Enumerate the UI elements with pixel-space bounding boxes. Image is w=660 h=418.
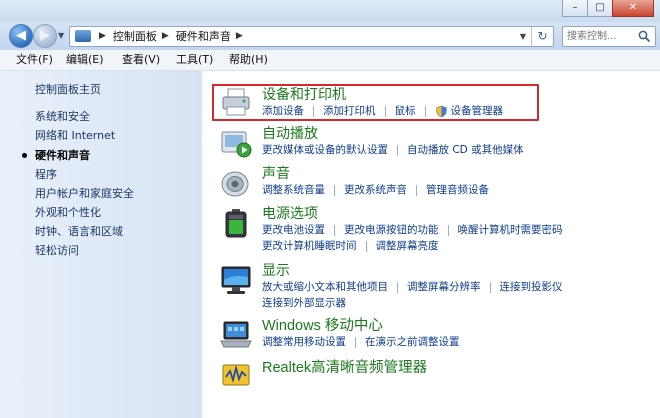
sidebar-item-programs[interactable]: 程序 <box>35 167 57 182</box>
task-link-adjust-volume[interactable]: 调整系统音量 <box>262 183 325 197</box>
task-separator <box>384 105 386 117</box>
menu-view[interactable]: 查看(V) <box>122 50 160 70</box>
task-separator <box>355 336 356 348</box>
task-separator <box>365 240 367 252</box>
minimize-button[interactable]: – <box>562 0 588 17</box>
task-separator <box>447 224 449 236</box>
search-box[interactable] <box>562 26 656 47</box>
sidebar-item-appearance[interactable]: 外观和个性化 <box>35 205 101 220</box>
category-title-devices-printers[interactable]: 设备和打印机 <box>262 86 346 104</box>
task-separator <box>334 184 335 196</box>
category-title-power-options[interactable]: 电源选项 <box>262 205 318 223</box>
breadcrumb-arrow-icon[interactable]: ▶ <box>236 27 243 46</box>
task-row-mobility: 调整常用移动设置 在演示之前调整设置 <box>262 335 460 349</box>
battery-icon[interactable] <box>220 207 252 239</box>
task-link-mouse[interactable]: 鼠标 <box>395 104 416 118</box>
address-bar[interactable]: ▶ 控制面板 ▶ 硬件和声音 ▶ ▼ ↻ <box>69 26 554 47</box>
sidebar-item-user-accounts[interactable]: 用户帐户和家庭安全 <box>35 186 134 201</box>
menu-edit[interactable]: 编辑(E) <box>66 50 104 70</box>
search-input[interactable] <box>567 29 633 43</box>
category-title-autoplay[interactable]: 自动播放 <box>262 125 318 143</box>
task-link-add-printer[interactable]: 添加打印机 <box>323 104 376 118</box>
task-link-mobility-settings[interactable]: 调整常用移动设置 <box>262 335 346 349</box>
sidebar-item-clock-language-region[interactable]: 时钟、语言和区域 <box>35 224 123 239</box>
device-manager-link-group[interactable]: 设备管理器 <box>435 104 504 118</box>
task-row-sound: 调整系统音量 更改系统声音 管理音频设备 <box>262 183 489 197</box>
printer-icon[interactable] <box>220 86 252 118</box>
task-row-power-1: 更改电池设置 更改电源按钮的功能 唤醒计算机时需要密码 <box>262 223 563 237</box>
close-button[interactable]: ✕ <box>612 0 654 17</box>
task-link-change-media-defaults[interactable]: 更改媒体或设备的默认设置 <box>262 143 388 157</box>
maximize-button[interactable]: □ <box>587 0 613 17</box>
task-row-power-2: 更改计算机睡眠时间 调整屏幕亮度 <box>262 239 439 253</box>
monitor-icon[interactable] <box>220 264 252 296</box>
sidebar-item-network-internet[interactable]: 网络和 Internet <box>35 128 115 143</box>
uac-shield-icon <box>435 105 447 117</box>
breadcrumb-control-panel[interactable]: 控制面板 <box>113 27 157 46</box>
breadcrumb-hardware-sound[interactable]: 硬件和声音 <box>176 27 231 46</box>
task-link-screen-resolution[interactable]: 调整屏幕分辨率 <box>407 280 481 294</box>
back-arrow-icon: ◀ <box>16 28 26 43</box>
task-row-devices-printers: 添加设备 添加打印机 鼠标 设备管理器 <box>262 104 503 118</box>
task-link-sleep-time[interactable]: 更改计算机睡眠时间 <box>262 239 357 253</box>
mobility-center-icon[interactable] <box>220 319 252 351</box>
task-link-device-manager[interactable]: 设备管理器 <box>451 104 504 118</box>
title-bar: – □ ✕ <box>0 0 660 22</box>
task-row-display-1: 放大或缩小文本和其他项目 调整屏幕分辨率 连接到投影仪 <box>262 280 563 294</box>
task-link-brightness[interactable]: 调整屏幕亮度 <box>376 239 439 253</box>
speaker-icon[interactable] <box>220 167 252 199</box>
task-link-external-display[interactable]: 连接到外部显示器 <box>262 296 346 310</box>
category-title-realtek[interactable]: Realtek高清晰音频管理器 <box>262 359 427 377</box>
menu-help[interactable]: 帮助(H) <box>229 50 268 70</box>
task-separator <box>416 184 417 196</box>
task-link-battery-settings[interactable]: 更改电池设置 <box>262 223 325 237</box>
task-separator <box>397 144 398 156</box>
task-link-text-size[interactable]: 放大或缩小文本和其他项目 <box>262 280 388 294</box>
category-title-mobility-center[interactable]: Windows 移动中心 <box>262 317 383 335</box>
autoplay-icon[interactable] <box>220 127 252 159</box>
breadcrumb-arrow-icon[interactable]: ▶ <box>162 27 169 46</box>
refresh-button[interactable]: ↻ <box>531 27 553 46</box>
task-separator <box>397 281 398 293</box>
current-page-bullet-icon <box>22 153 27 158</box>
control-panel-icon <box>75 30 91 42</box>
menu-file[interactable]: 文件(F) <box>16 50 53 70</box>
task-row-autoplay: 更改媒体或设备的默认设置 自动播放 CD 或其他媒体 <box>262 143 524 157</box>
forward-button[interactable]: ▶ <box>33 24 57 48</box>
address-history-chevron-icon[interactable]: ▼ <box>520 27 526 46</box>
task-link-wake-password[interactable]: 唤醒计算机时需要密码 <box>458 223 563 237</box>
task-separator <box>334 224 335 236</box>
task-row-display-2: 连接到外部显示器 <box>262 296 346 310</box>
menu-bar: 文件(F) 编辑(E) 查看(V) 工具(T) 帮助(H) <box>0 50 660 71</box>
realtek-audio-icon[interactable] <box>220 359 252 391</box>
task-link-autoplay-cd[interactable]: 自动播放 CD 或其他媒体 <box>407 143 524 157</box>
main-content: 设备和打印机 添加设备 添加打印机 鼠标 设备管理器 自动播放 更改媒体或设备的… <box>202 71 660 418</box>
task-separator <box>489 281 491 293</box>
back-button[interactable]: ◀ <box>9 24 33 48</box>
task-separator <box>424 105 426 117</box>
task-link-add-device[interactable]: 添加设备 <box>262 104 304 118</box>
menu-tools[interactable]: 工具(T) <box>176 50 213 70</box>
refresh-icon: ↻ <box>537 29 548 43</box>
forward-arrow-icon: ▶ <box>40 28 50 43</box>
sidebar-item-hardware-sound: 硬件和声音 <box>35 149 90 162</box>
sidebar: 控制面板主页 系统和安全 网络和 Internet 硬件和声音 程序 用户帐户和… <box>0 71 202 418</box>
breadcrumb-arrow-icon[interactable]: ▶ <box>99 27 106 46</box>
task-link-power-button[interactable]: 更改电源按钮的功能 <box>344 223 439 237</box>
window-controls: – □ ✕ <box>562 0 654 17</box>
recent-pages-dropdown[interactable]: ▼ <box>58 31 64 40</box>
search-icon[interactable] <box>638 30 651 43</box>
navigation-bar: ◀ ▶ ▼ ▶ 控制面板 ▶ 硬件和声音 ▶ ▼ ↻ <box>0 22 660 50</box>
sidebar-item-ease-of-access[interactable]: 轻松访问 <box>35 243 79 258</box>
category-title-display[interactable]: 显示 <box>262 262 290 280</box>
breadcrumb: ▶ 控制面板 ▶ 硬件和声音 ▶ <box>94 27 250 46</box>
task-link-connect-projector[interactable]: 连接到投影仪 <box>500 280 563 294</box>
sidebar-item-system-security[interactable]: 系统和安全 <box>35 109 90 124</box>
task-link-presentation-settings[interactable]: 在演示之前调整设置 <box>365 335 460 349</box>
sidebar-item-control-panel-home[interactable]: 控制面板主页 <box>35 82 101 97</box>
task-link-manage-audio-devices[interactable]: 管理音频设备 <box>426 183 489 197</box>
task-separator <box>313 105 314 117</box>
task-link-change-sounds[interactable]: 更改系统声音 <box>344 183 407 197</box>
category-title-sound[interactable]: 声音 <box>262 165 290 183</box>
